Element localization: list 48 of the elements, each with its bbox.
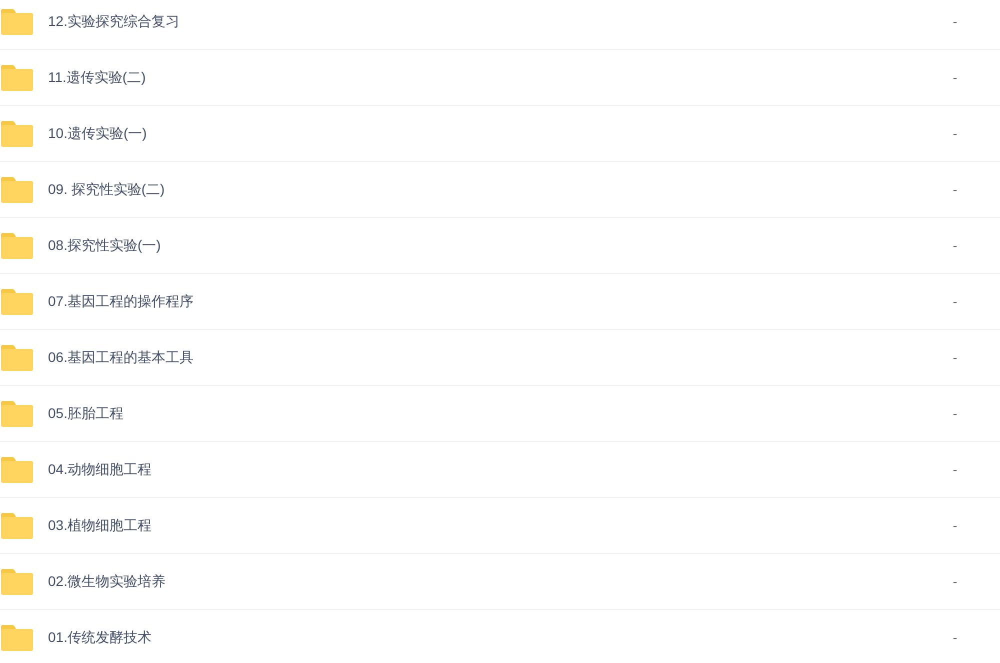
folder-icon [1, 624, 33, 650]
folder-icon [1, 568, 33, 594]
folder-name: 06.基因工程的基本工具 [48, 348, 194, 367]
folder-icon [1, 400, 33, 426]
folder-row[interactable]: 11.遗传实验(二) - [0, 50, 1000, 106]
folder-icon [1, 176, 33, 202]
folder-detail: - [952, 628, 958, 647]
folder-name: 05.胚胎工程 [48, 404, 124, 423]
folder-detail: - [952, 292, 958, 311]
folder-detail: - [952, 180, 958, 199]
folder-row[interactable]: 06.基因工程的基本工具 - [0, 330, 1000, 386]
folder-icon [1, 456, 33, 482]
folder-detail: - [952, 12, 958, 31]
folder-row[interactable]: 05.胚胎工程 - [0, 386, 1000, 442]
folder-icon [1, 344, 33, 370]
folder-icon [1, 64, 33, 90]
folder-row[interactable]: 10.遗传实验(一) - [0, 106, 1000, 162]
folder-icon [1, 8, 33, 34]
folder-row[interactable]: 12.实验探究综合复习 - [0, 0, 1000, 50]
folder-icon [1, 288, 33, 314]
folder-name: 01.传统发酵技术 [48, 628, 152, 647]
folder-row[interactable]: 08.探究性实验(一) - [0, 218, 1000, 274]
folder-name: 07.基因工程的操作程序 [48, 292, 194, 311]
folder-icon [1, 232, 33, 258]
folder-row[interactable]: 04.动物细胞工程 - [0, 442, 1000, 498]
folder-name: 10.遗传实验(一) [48, 124, 148, 143]
folder-detail: - [952, 460, 958, 479]
folder-detail: - [952, 404, 958, 423]
folder-detail: - [952, 68, 958, 87]
folder-name: 03.植物细胞工程 [48, 516, 152, 535]
folder-name: 02.微生物实验培养 [48, 572, 166, 591]
folder-row[interactable]: 01.传统发酵技术 - [0, 610, 1000, 663]
folder-name: 11.遗传实验(二) [48, 68, 147, 87]
folder-detail: - [952, 236, 958, 255]
folder-row[interactable]: 03.植物细胞工程 - [0, 498, 1000, 554]
folder-icon [1, 120, 33, 146]
folder-icon [1, 512, 33, 538]
folder-name: 08.探究性实验(一) [48, 236, 162, 255]
folder-name: 09. 探究性实验(二) [48, 180, 166, 199]
folder-detail: - [952, 124, 958, 143]
folder-detail: - [952, 572, 958, 591]
folder-row[interactable]: 02.微生物实验培养 - [0, 554, 1000, 610]
folder-name: 04.动物细胞工程 [48, 460, 152, 479]
folder-detail: - [952, 348, 958, 367]
folder-detail: - [952, 516, 958, 535]
folder-name: 12.实验探究综合复习 [48, 12, 180, 31]
folder-row[interactable]: 09. 探究性实验(二) - [0, 162, 1000, 218]
folder-row[interactable]: 07.基因工程的操作程序 - [0, 274, 1000, 330]
